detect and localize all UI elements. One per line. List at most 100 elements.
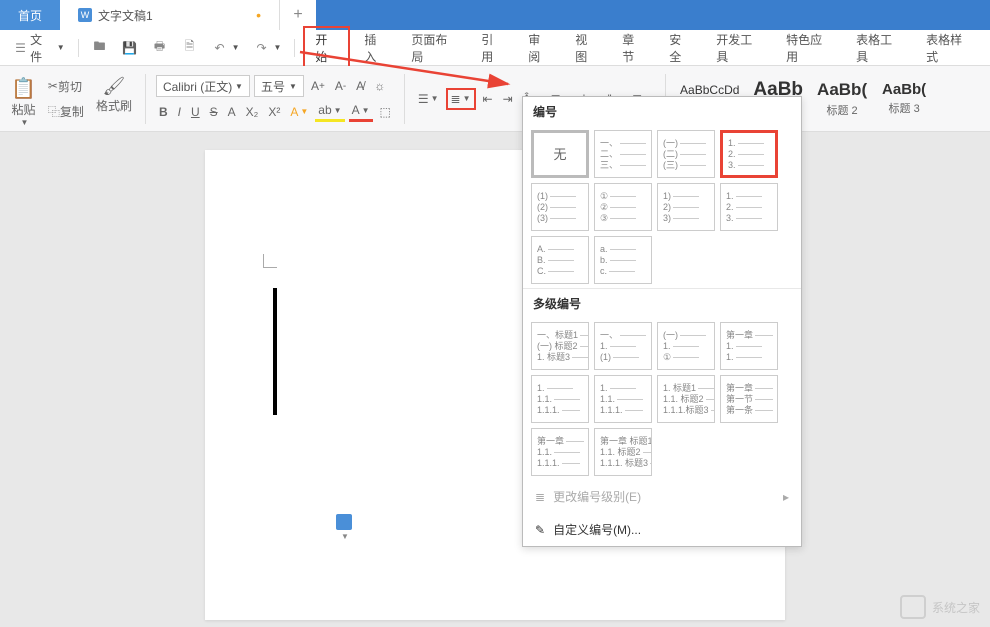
highlight[interactable]: ab▼: [315, 101, 344, 122]
ml-chinese-num[interactable]: 一、1.(1): [594, 322, 652, 370]
ml-decimal-a[interactable]: 1.1.1.1.1.1.: [531, 375, 589, 423]
tab-feature[interactable]: 特色应用: [776, 28, 842, 68]
font-select[interactable]: Calibri (正文)▼: [156, 75, 250, 97]
tab-tabletools[interactable]: 表格工具: [846, 28, 912, 68]
italic-button[interactable]: I: [175, 103, 184, 121]
format-painter[interactable]: 🖌 格式刷: [93, 74, 135, 124]
bold-button[interactable]: B: [156, 103, 171, 121]
superscript[interactable]: X²: [265, 103, 283, 121]
quick-access-bar: ☰文件▼ 🖿 💾 🖶 🗎 ↶▼ ↷▼ 开始 插入 页面布局 引用 审阅 视图 章…: [0, 30, 990, 66]
undo-icon: ↶: [212, 40, 228, 56]
watermark: 系统之家: [900, 595, 980, 619]
tab-start[interactable]: 开始: [303, 26, 350, 70]
shrink-font[interactable]: A-: [332, 77, 349, 95]
ml-chinese-heading[interactable]: 一、标题1(一) 标题21. 标题3: [531, 322, 589, 370]
clear-format[interactable]: A̸: [353, 77, 367, 95]
change-level-item[interactable]: ≣更改编号级别(E)▸: [523, 480, 801, 513]
numbering-paren[interactable]: (1)(2)(3): [531, 183, 589, 231]
undo-button[interactable]: ↶▼: [207, 37, 245, 59]
document-table[interactable]: [273, 288, 277, 415]
redo-button[interactable]: ↷▼: [248, 37, 286, 59]
print-button[interactable]: 🖶: [147, 37, 173, 59]
outdent[interactable]: ⇤: [480, 90, 496, 108]
preview-button[interactable]: 🗎: [177, 37, 203, 59]
tab-dev[interactable]: 开发工具: [706, 28, 772, 68]
document-canvas: ▼: [0, 132, 990, 627]
tab-section[interactable]: 章节: [612, 28, 655, 68]
paste-button[interactable]: 📋 粘贴▼: [8, 74, 39, 124]
change-case[interactable]: ☼: [371, 77, 388, 95]
numbering-upper-alpha[interactable]: A.B.C.: [531, 236, 589, 284]
ml-chapter[interactable]: 第一章1.1.: [720, 322, 778, 370]
copy-icon: ⿻: [48, 103, 60, 120]
print-icon: 🖶: [152, 40, 168, 56]
tab-insert[interactable]: 插入: [354, 28, 397, 68]
ml-decimal-b[interactable]: 1.1.1.1.1.1.: [594, 375, 652, 423]
clipboard-icon: 📋: [11, 76, 36, 101]
size-select[interactable]: 五号▼: [254, 75, 304, 97]
subscript[interactable]: X₂: [243, 103, 262, 121]
cut-button[interactable]: ✂剪切: [45, 76, 85, 97]
tab-tablestyle[interactable]: 表格样式: [916, 28, 982, 68]
style-h3[interactable]: AaBb(标题 3: [877, 71, 931, 127]
ml-decimal-heading[interactable]: 1. 标题11.1. 标题21.1.1.标题3: [657, 375, 715, 423]
unsaved-dot: •: [256, 7, 261, 23]
open-button[interactable]: 🖿: [87, 37, 113, 59]
ml-chapter-heading[interactable]: 第一章 标题11.1. 标题21.1.1. 标题3: [594, 428, 652, 476]
ml-chapter-section[interactable]: 第一章第一节第一条: [720, 375, 778, 423]
scissors-icon: ✂: [48, 79, 58, 93]
text-effect[interactable]: A▼: [287, 103, 311, 121]
tab-view[interactable]: 视图: [565, 28, 608, 68]
numbering-arabic-dot[interactable]: 1.2.3.: [720, 130, 778, 178]
doc-title: 文字文稿1: [98, 7, 153, 24]
ribbon: 📋 粘贴▼ ✂剪切 ⿻复制 🖌 格式刷 Calibri (正文)▼ 五号▼ A+…: [0, 66, 990, 132]
tab-reference[interactable]: 引用: [471, 28, 514, 68]
numbering-dropdown: 编号 无 一、二、三、 (一)(二)(三) 1.2.3. (1)(2)(3) ①…: [522, 96, 802, 547]
font-a1[interactable]: A: [225, 103, 239, 121]
tab-home[interactable]: 首页: [0, 0, 60, 30]
style-h2[interactable]: AaBb(标题 2: [813, 71, 871, 127]
underline-button[interactable]: U: [188, 103, 203, 121]
ml-chapter-decimal[interactable]: 第一章1.1.1.1.1.: [531, 428, 589, 476]
brush-icon: 🖌: [103, 76, 126, 97]
watermark-logo-icon: [900, 595, 926, 619]
strike-button[interactable]: S: [207, 103, 221, 121]
numbering-circled[interactable]: ①②③: [594, 183, 652, 231]
font-color[interactable]: A▼: [349, 101, 373, 122]
copy-button[interactable]: ⿻复制: [45, 101, 87, 122]
ml-paren-circle[interactable]: (一)1.①: [657, 322, 715, 370]
indent[interactable]: ⇥: [500, 90, 516, 108]
menu-icon: ☰: [13, 40, 28, 56]
section-numbering: 编号: [523, 97, 801, 126]
numbering-grid-1: 无 一、二、三、 (一)(二)(三) 1.2.3. (1)(2)(3) ①②③ …: [523, 126, 801, 288]
save-button[interactable]: 💾: [117, 37, 143, 59]
numbering-chinese-comma[interactable]: 一、二、三、: [594, 130, 652, 178]
numbering-none[interactable]: 无: [531, 130, 589, 178]
numbering-chinese-paren[interactable]: (一)(二)(三): [657, 130, 715, 178]
bullet-list[interactable]: ☰▼: [415, 90, 442, 108]
number-list-button[interactable]: ≣▼: [446, 88, 476, 110]
menu-button[interactable]: ☰文件▼: [8, 28, 70, 68]
tab-security[interactable]: 安全: [659, 28, 702, 68]
tab-pagelayout[interactable]: 页面布局: [401, 28, 467, 68]
folder-icon: 🖿: [92, 40, 108, 56]
watermark-text: 系统之家: [932, 599, 980, 616]
custom-numbering-item[interactable]: ✎自定义编号(M)...: [523, 513, 801, 546]
multilevel-grid: 一、标题1(一) 标题21. 标题3 一、1.(1) (一)1.① 第一章1.1…: [523, 318, 801, 480]
floating-toolbar[interactable]: ▼: [336, 514, 352, 541]
tab-document[interactable]: W 文字文稿1 •: [60, 0, 280, 30]
doc-icon: W: [78, 8, 92, 22]
pencil-icon: ✎: [535, 523, 545, 537]
redo-icon: ↷: [253, 40, 269, 56]
numbering-arabic-dot2[interactable]: 1.2.3.: [720, 183, 778, 231]
indent-icon: ≣: [535, 490, 545, 504]
numbering-lower-alpha[interactable]: a.b.c.: [594, 236, 652, 284]
tab-review[interactable]: 审阅: [518, 28, 561, 68]
char-border[interactable]: ⬚: [377, 103, 394, 121]
grow-font[interactable]: A+: [308, 77, 328, 95]
paste-group: 📋 粘贴▼: [8, 74, 39, 124]
numbering-rparen[interactable]: 1)2)3): [657, 183, 715, 231]
title-tabs: 首页 W 文字文稿1 • +: [0, 0, 990, 30]
save-icon: 💾: [122, 40, 138, 56]
paste-options-icon: [336, 514, 352, 530]
